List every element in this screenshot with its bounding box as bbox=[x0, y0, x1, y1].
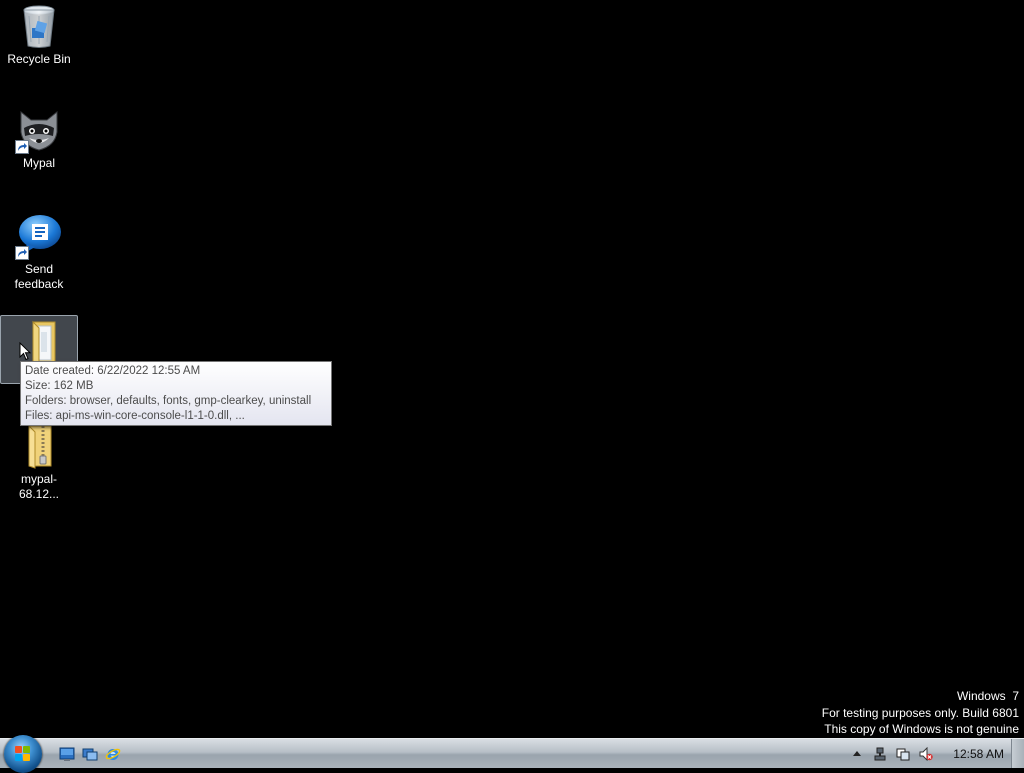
desktop-icon-label: Mypal bbox=[22, 156, 55, 170]
taskbar-clock[interactable]: 12:58 AM bbox=[953, 747, 1004, 761]
tooltip-folders: Folders: browser, defaults, fonts, gmp-c… bbox=[25, 395, 312, 407]
watermark-os-name: Windows 7 bbox=[956, 689, 1019, 703]
windows-watermark: Windows 7 For testing purposes only. Bui… bbox=[822, 688, 1019, 738]
feedback-icon bbox=[15, 212, 63, 260]
taskbar: 12:58 AM bbox=[0, 735, 1024, 773]
watermark-build: For testing purposes only. Build 6801 bbox=[821, 705, 1019, 720]
show-desktop-icon[interactable] bbox=[59, 746, 75, 762]
desktop-icon-label: mypal-68.12... bbox=[18, 472, 60, 501]
windows-flag-icon bbox=[15, 746, 31, 762]
tooltip-size: Size: 162 MB bbox=[25, 380, 94, 392]
desktop-icon-label: Send feedback bbox=[14, 262, 64, 291]
zip-folder-icon bbox=[15, 422, 63, 470]
switch-windows-icon[interactable] bbox=[82, 746, 98, 762]
raccoon-icon bbox=[15, 106, 63, 154]
tooltip-date-created: Date created: 6/22/2022 12:55 AM bbox=[25, 365, 201, 377]
desktop-icon-mypal[interactable]: Mypal bbox=[0, 106, 78, 176]
desktop[interactable]: Recycle Bin Mypal Send feedback mypal-68… bbox=[0, 0, 1024, 738]
folder-info-tooltip: Date created: 6/22/2022 12:55 AM Size: 1… bbox=[20, 361, 332, 426]
start-button[interactable] bbox=[4, 735, 42, 773]
desktop-icon-mypal-zip[interactable]: mypal-68.12... bbox=[0, 422, 78, 501]
volume-muted-icon[interactable] bbox=[919, 746, 933, 762]
watermark-genuine: This copy of Windows is not genuine bbox=[824, 722, 1019, 736]
action-center-icon[interactable] bbox=[896, 747, 910, 761]
system-tray: 12:58 AM bbox=[844, 739, 1024, 769]
shortcut-arrow-icon bbox=[15, 140, 29, 154]
network-icon[interactable] bbox=[873, 747, 887, 761]
shortcut-arrow-icon bbox=[15, 246, 29, 260]
internet-explorer-icon[interactable] bbox=[105, 746, 121, 762]
tooltip-files: Files: api-ms-win-core-console-l1-1-0.dl… bbox=[25, 410, 245, 422]
desktop-icon-recycle-bin[interactable]: Recycle Bin bbox=[0, 2, 78, 72]
desktop-icon-send-feedback[interactable]: Send feedback bbox=[0, 212, 78, 296]
chevron-up-icon[interactable] bbox=[850, 747, 864, 761]
show-desktop-button[interactable] bbox=[1011, 739, 1024, 768]
mouse-pointer-icon bbox=[19, 341, 32, 361]
desktop-icon-label: Recycle Bin bbox=[7, 52, 71, 66]
recycle-bin-icon bbox=[15, 2, 63, 50]
